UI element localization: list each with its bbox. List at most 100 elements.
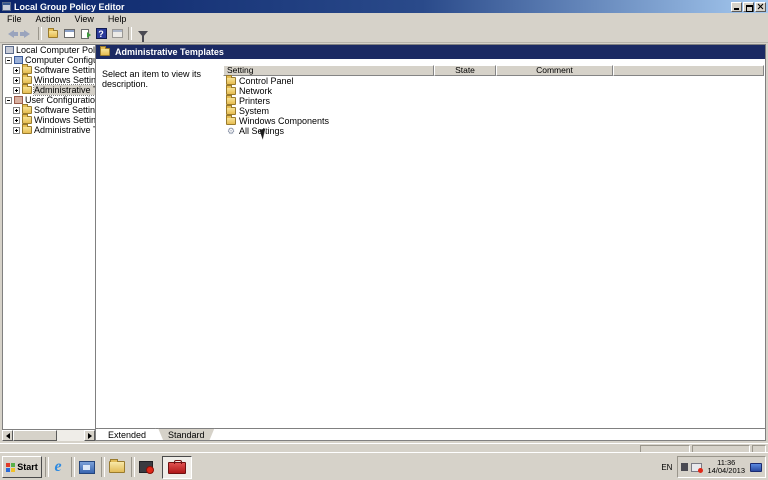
start-button[interactable]: Start [2, 456, 42, 478]
list-item-control-panel[interactable]: Control Panel [223, 75, 764, 86]
collapse-expander-icon[interactable] [5, 96, 12, 104]
filter-icon[interactable] [135, 27, 151, 42]
menu-bar: File Action View Help [0, 13, 768, 25]
folder-icon [226, 85, 236, 95]
menu-view[interactable]: View [68, 13, 101, 25]
column-header-state[interactable]: State [434, 65, 496, 76]
tree-node-user-configuration[interactable]: User Configuration [3, 95, 95, 105]
menu-help[interactable]: Help [101, 13, 134, 25]
window-title: Local Group Policy Editor [14, 1, 125, 12]
console-icon [5, 46, 14, 54]
up-one-level-icon[interactable] [45, 27, 61, 41]
tree-node-computer-configuration[interactable]: Computer Configuratio [3, 55, 95, 65]
internet-explorer-icon[interactable]: e [48, 458, 68, 476]
tree-node-software-settings[interactable]: Software Settings [3, 64, 95, 75]
tree-node-local-computer-policy[interactable]: Local Computer Policy [3, 45, 95, 55]
app-icon [2, 2, 11, 11]
back-arrow-icon[interactable] [3, 27, 19, 41]
forward-arrow-icon[interactable] [19, 27, 35, 41]
language-indicator[interactable]: EN [656, 463, 677, 472]
computer-config-icon [14, 56, 23, 64]
active-task-toolbox-button[interactable] [162, 456, 192, 479]
collapse-expander-icon[interactable] [5, 56, 12, 64]
folder-icon [22, 124, 32, 134]
console-tree-panel: Local Computer Policy Computer Configura… [2, 44, 95, 430]
user-config-icon [14, 96, 23, 104]
expand-expander-icon[interactable] [13, 66, 20, 74]
folder-icon [22, 84, 32, 94]
status-bar [0, 443, 768, 454]
taskbar: Start e EN 11:36 14/04/2013 [0, 452, 768, 480]
scroll-right-icon[interactable] [84, 430, 95, 441]
expand-expander-icon[interactable] [13, 126, 20, 134]
folder-icon [226, 75, 236, 85]
taskbar-clock[interactable]: 11:36 14/04/2013 [705, 459, 747, 475]
restore-button[interactable] [743, 1, 754, 12]
server-manager-icon[interactable] [77, 458, 97, 476]
tree-node-software-settings-user[interactable]: Software Settings [3, 104, 95, 115]
folder-icon [22, 114, 32, 124]
toolbar-separator [128, 27, 132, 40]
toolbar-separator [38, 27, 42, 40]
clock-date: 14/04/2013 [707, 466, 745, 475]
column-header-setting[interactable]: Setting [223, 65, 434, 76]
toolbar: ? [0, 25, 768, 43]
show-console-tree-icon[interactable] [61, 27, 77, 41]
folder-icon [226, 95, 236, 105]
folder-icon [226, 105, 236, 115]
menu-file[interactable]: File [0, 13, 29, 25]
list-item-system[interactable]: System [223, 105, 764, 116]
settings-panel: Administrative Templates Select an item … [95, 44, 766, 441]
media-app-icon[interactable] [136, 458, 156, 476]
column-header-comment[interactable]: Comment [496, 65, 613, 76]
taskbar-divider [101, 457, 105, 477]
expand-expander-icon[interactable] [13, 76, 20, 84]
help-icon[interactable]: ? [93, 27, 109, 41]
taskbar-divider [131, 457, 135, 477]
tree-node-administrative-templates-user[interactable]: Administrative Tem [3, 124, 95, 135]
export-list-icon[interactable] [77, 27, 93, 41]
properties-icon[interactable] [109, 27, 125, 41]
view-tabs: Extended Standard [98, 428, 217, 440]
expand-expander-icon[interactable] [13, 106, 20, 114]
toolbox-icon [168, 459, 186, 474]
system-tray: EN 11:36 14/04/2013 [656, 456, 766, 478]
tree-node-windows-settings[interactable]: Windows Settings [3, 74, 95, 85]
menu-action[interactable]: Action [29, 13, 68, 25]
expand-expander-icon[interactable] [13, 116, 20, 124]
list-item-all-settings[interactable]: ⚙ All Settings [223, 126, 764, 136]
windows-explorer-icon[interactable] [107, 458, 127, 476]
tray-display-icon[interactable] [750, 462, 762, 472]
expand-expander-icon[interactable] [13, 86, 20, 94]
folder-icon [22, 104, 32, 114]
tree-node-windows-settings-user[interactable]: Windows Settings [3, 114, 95, 125]
panel-title: Administrative Templates [115, 47, 224, 57]
scroll-left-icon[interactable] [2, 430, 13, 441]
panel-header-band: Administrative Templates [96, 45, 765, 59]
network-status-icon[interactable] [691, 462, 704, 473]
folder-icon [100, 46, 110, 56]
scrollbar-thumb[interactable] [13, 430, 57, 441]
list-item-windows-components[interactable]: Windows Components [223, 115, 764, 126]
list-item-printers[interactable]: Printers [223, 95, 764, 106]
window-titlebar: Local Group Policy Editor [0, 0, 768, 13]
column-header-filler [613, 65, 764, 76]
taskbar-divider [71, 457, 75, 477]
minimize-button[interactable] [731, 1, 742, 12]
settings-list: Setting State Comment Control Panel Netw… [223, 65, 764, 428]
tree-horizontal-scrollbar[interactable] [2, 430, 95, 441]
tray-area: 11:36 14/04/2013 [677, 456, 766, 478]
folder-icon [22, 64, 32, 74]
tray-input-icon[interactable] [681, 463, 689, 471]
tab-extended[interactable]: Extended [98, 428, 156, 440]
list-item-network[interactable]: Network [223, 85, 764, 96]
description-pane: Select an item to view its description. [102, 69, 202, 89]
windows-logo-icon [6, 462, 16, 472]
folder-icon [226, 115, 236, 125]
list-header-row: Setting State Comment [223, 65, 764, 76]
tab-standard[interactable]: Standard [158, 428, 215, 440]
folder-icon [22, 74, 32, 84]
tree-node-administrative-templates-computer[interactable]: Administrative Tem [3, 84, 95, 96]
close-button[interactable] [755, 1, 766, 12]
all-settings-gear-icon: ⚙ [226, 126, 236, 136]
